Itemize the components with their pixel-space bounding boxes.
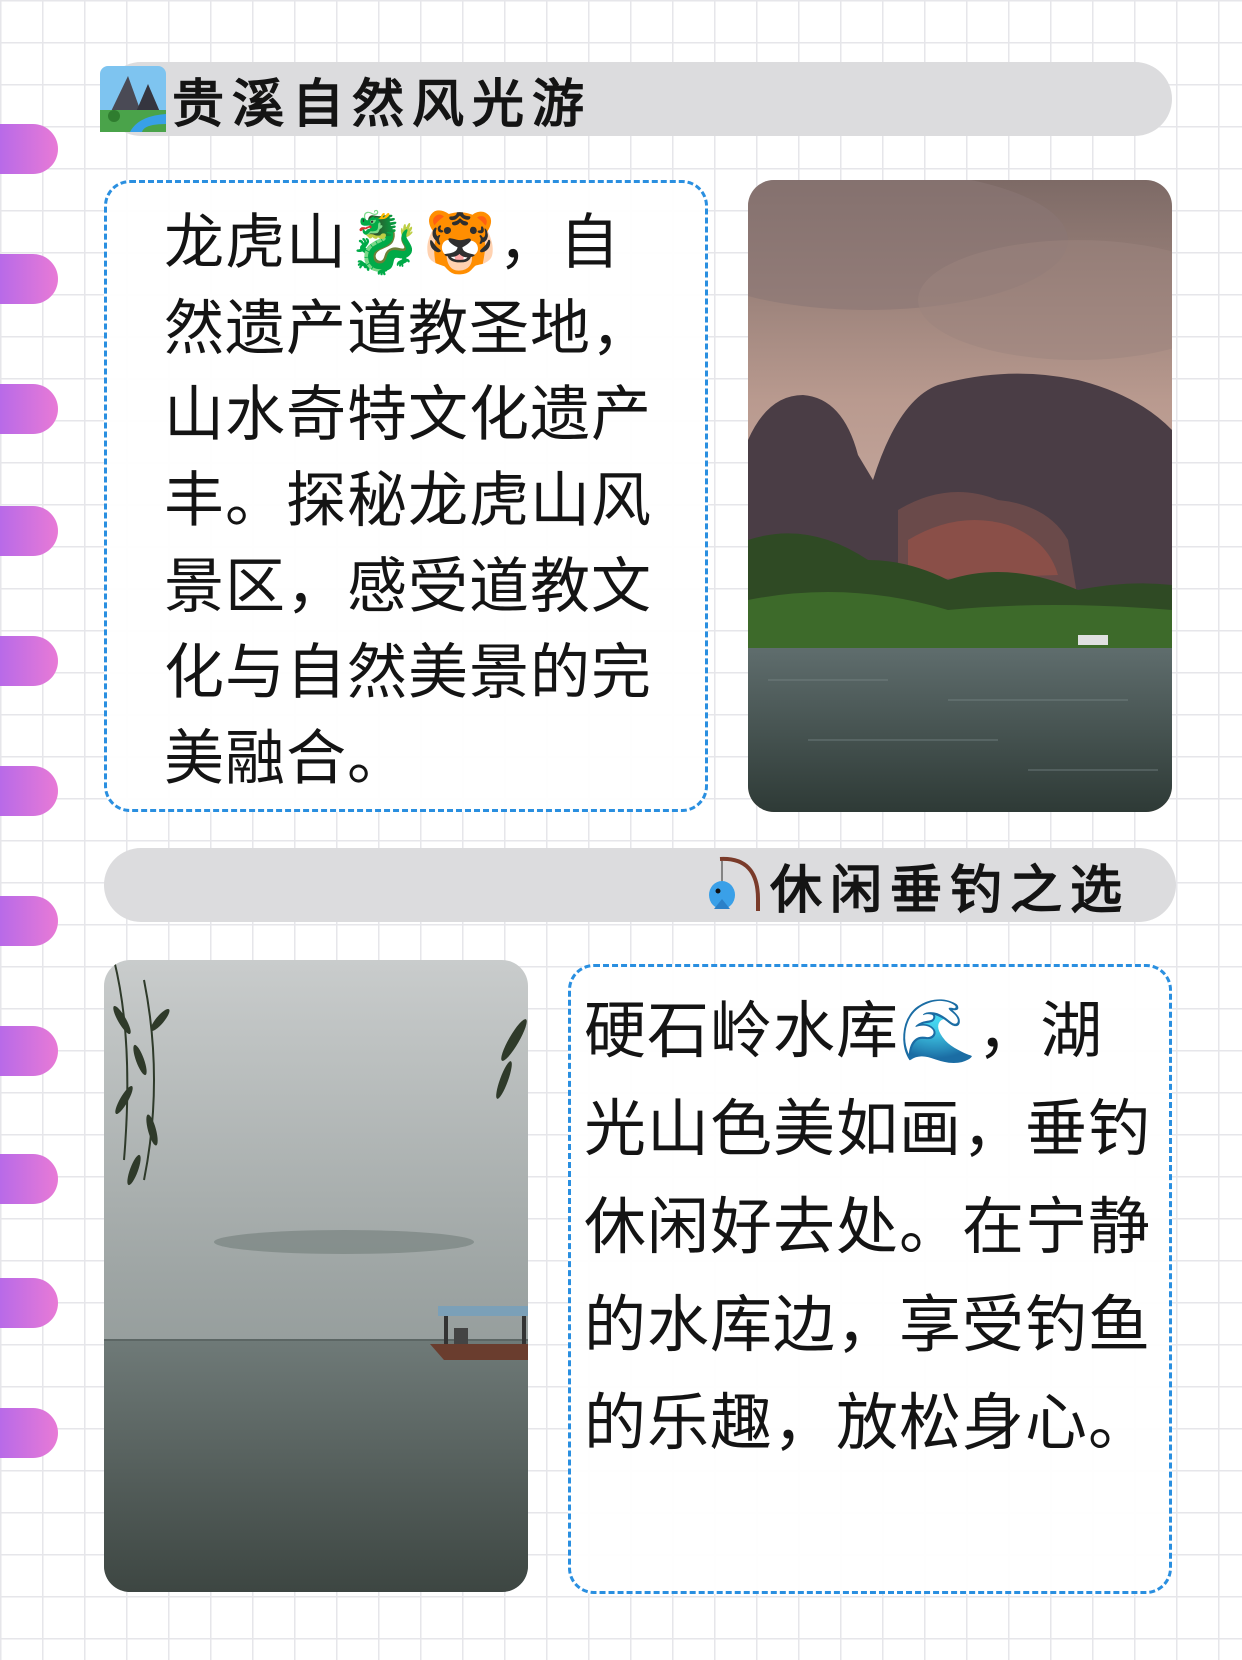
section2-title: 休闲垂钓之选 xyxy=(770,859,1131,921)
side-tab xyxy=(0,636,58,686)
side-tab xyxy=(0,254,58,304)
side-tab xyxy=(0,384,58,434)
side-tab xyxy=(0,1408,58,1458)
longhu-mountain-lake-photo xyxy=(748,180,1172,812)
side-tab xyxy=(0,1278,58,1328)
side-tab xyxy=(0,896,58,946)
section1-title: 贵溪自然风光游 xyxy=(172,73,593,135)
section1-heading: 贵溪自然风光游 xyxy=(100,62,592,136)
side-tab xyxy=(0,1026,58,1076)
side-tab xyxy=(0,506,58,556)
section2-body-text: 硬石岭水库🌊，湖光山色美如画，垂钓休闲好去处。在宁静的水库边，享受钓鱼的乐趣，放… xyxy=(584,994,1152,1459)
reservoir-boat-photo xyxy=(104,960,528,1592)
mountain-lake-icon xyxy=(100,66,166,132)
section2-heading: 休闲垂钓之选 xyxy=(700,848,1130,922)
side-tab xyxy=(0,124,58,174)
section1-body-text: 龙虎山🐉🐯，自然遗产道教圣地，山水奇特文化遗产丰。探秘龙虎山风景区，感受道教文化… xyxy=(164,208,652,794)
side-tab xyxy=(0,766,58,816)
fishing-icon xyxy=(700,853,764,917)
side-tab xyxy=(0,1154,58,1204)
